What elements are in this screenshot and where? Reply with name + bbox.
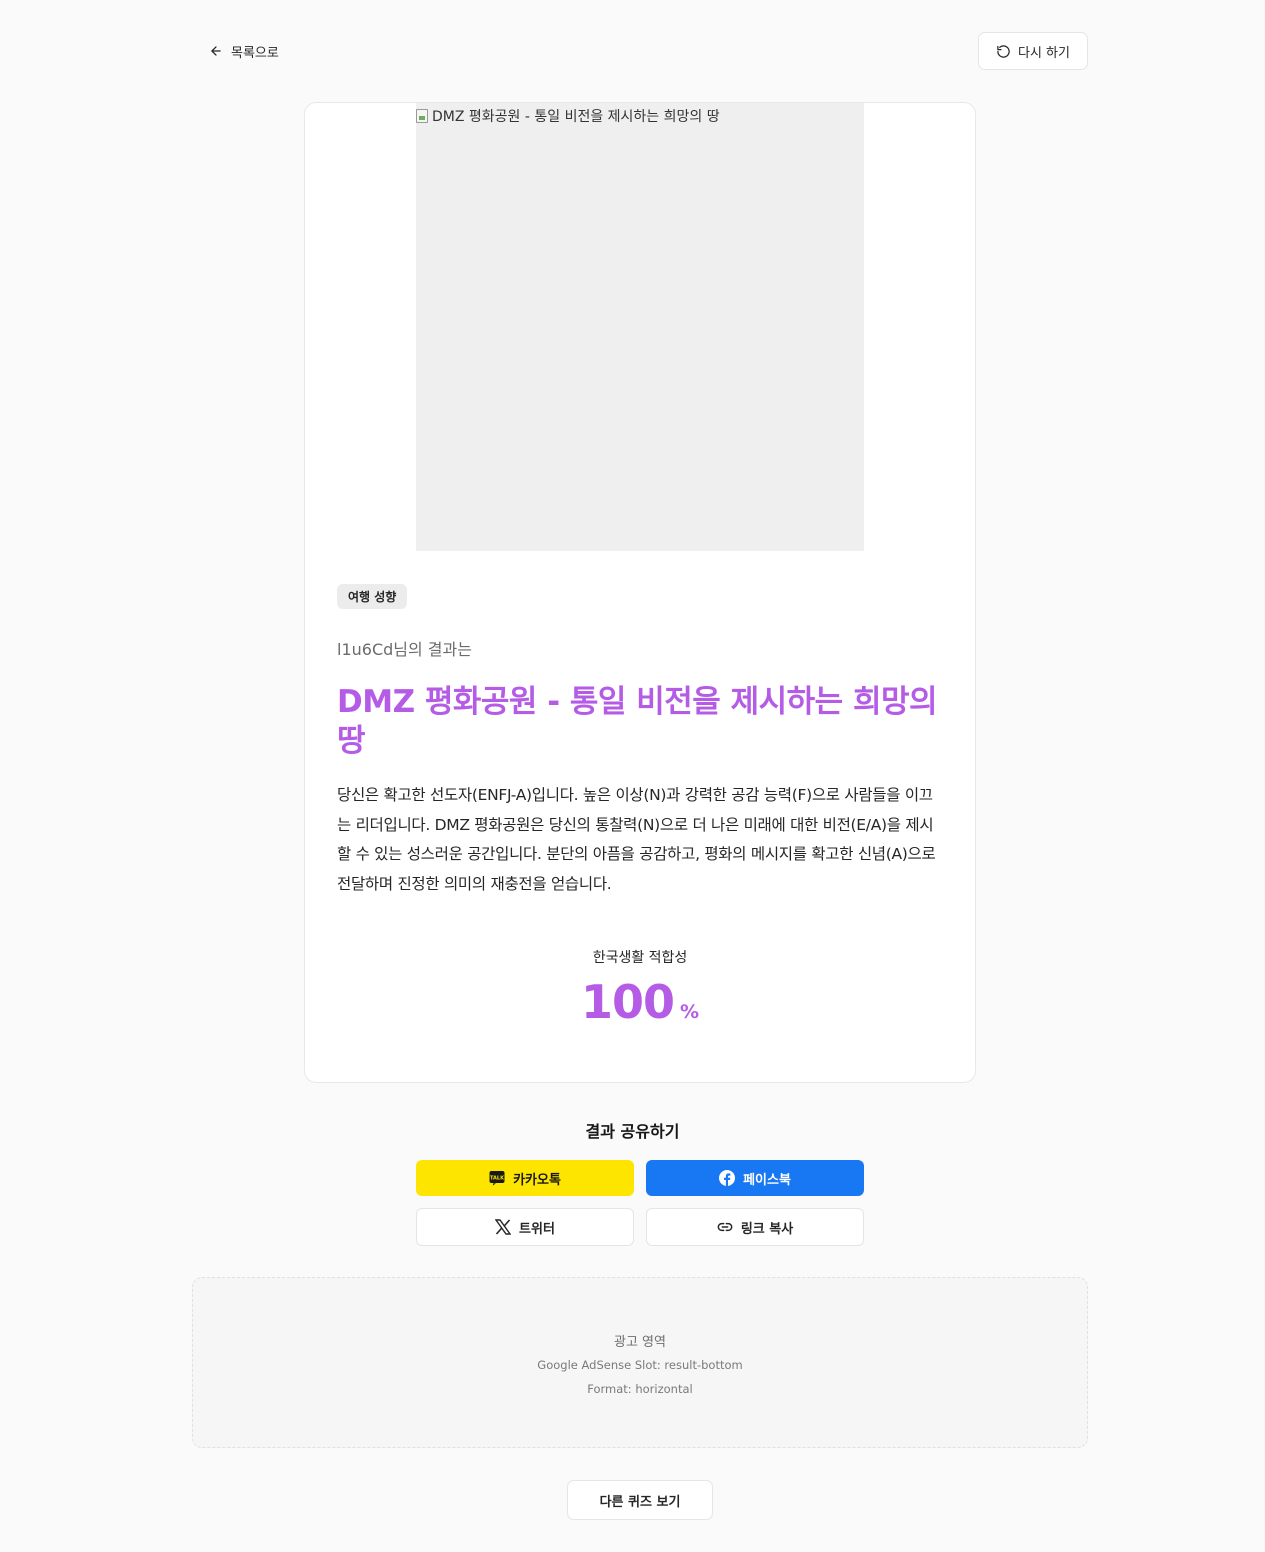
more-quizzes-button[interactable]: 다른 퀴즈 보기 [567, 1480, 713, 1520]
fit-score: 100 % [305, 975, 975, 1029]
kakao-talk-icon: TALK [489, 1170, 505, 1186]
image-alt-label: DMZ 평화공원 - 통일 비전을 제시하는 희망의 땅 [432, 109, 720, 125]
result-intro: l1u6Cd님의 결과는 [337, 640, 472, 659]
share-facebook-button[interactable]: 페이스북 [646, 1160, 864, 1196]
fit-score-label: 한국생활 적합성 [592, 950, 688, 966]
retry-button[interactable]: 다시 하기 [978, 32, 1088, 70]
fit-score-unit: % [679, 1001, 700, 1023]
link-icon [717, 1219, 733, 1235]
back-to-list-link[interactable]: 목록으로 [209, 40, 279, 62]
share-twitter-label: 트위터 [519, 1221, 555, 1237]
arrow-left-icon [209, 44, 223, 58]
copy-link-button[interactable]: 링크 복사 [646, 1208, 864, 1246]
share-kakao-label: 카카오톡 [513, 1172, 561, 1188]
x-logo-icon [495, 1219, 512, 1235]
ad-slot-box: 광고 영역 Google AdSense Slot: result-bottom… [192, 1277, 1088, 1448]
result-description: 당신은 확고한 선도자(ENFJ-A)입니다. 높은 이상(N)과 강력한 공감… [337, 786, 936, 893]
facebook-icon [719, 1170, 736, 1186]
result-page: 목록으로 다시 하기 DMZ 평화공원 - 통일 비전을 제시하는 희망의 땅 … [0, 0, 1265, 1552]
ad-slot-name: Google AdSense Slot: result-bottom [537, 1358, 743, 1372]
image-alt-text: DMZ 평화공원 - 통일 비전을 제시하는 희망의 땅 [416, 106, 720, 126]
retry-button-label: 다시 하기 [1018, 45, 1070, 61]
fit-score-value: 100 [580, 975, 675, 1029]
broken-image-icon [416, 109, 428, 123]
svg-text:TALK: TALK [490, 1176, 505, 1182]
share-title: 결과 공유하기 [585, 1122, 680, 1141]
ad-format: Format: horizontal [587, 1382, 693, 1396]
back-link-label: 목록으로 [231, 45, 279, 61]
share-facebook-label: 페이스북 [743, 1172, 791, 1188]
share-twitter-button[interactable]: 트위터 [416, 1208, 634, 1246]
result-card: DMZ 평화공원 - 통일 비전을 제시하는 희망의 땅 여행 성향 l1u6C… [304, 102, 976, 1083]
category-badge: 여행 성향 [337, 584, 408, 609]
ad-title: 광고 영역 [614, 1335, 666, 1350]
rotate-ccw-icon [996, 44, 1011, 59]
copy-link-label: 링크 복사 [740, 1221, 794, 1237]
result-title: DMZ 평화공원 - 통일 비전을 제시하는 희망의 땅 [337, 684, 938, 759]
result-image: DMZ 평화공원 - 통일 비전을 제시하는 희망의 땅 [416, 103, 864, 551]
share-kakao-button[interactable]: TALK 카카오톡 [416, 1160, 634, 1196]
